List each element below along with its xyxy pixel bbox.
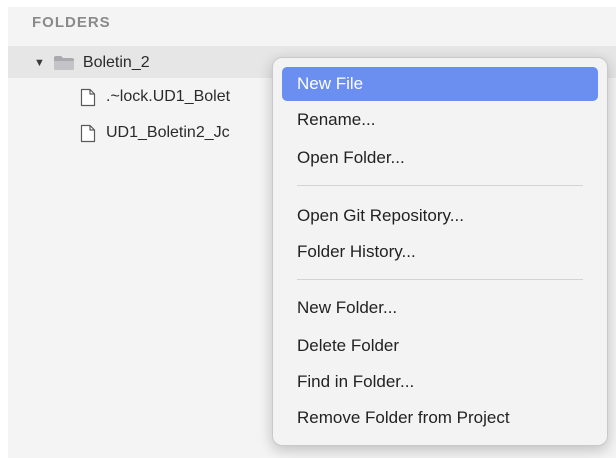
menu-separator [297, 185, 583, 186]
tree-folder-boletin-2[interactable]: ▼ Boletin_2 [34, 52, 150, 74]
folder-icon [53, 56, 74, 70]
file-name: .~lock.UD1_Bolet [106, 88, 231, 105]
menu-item-open-folder[interactable]: Open Folder... [282, 141, 598, 175]
menu-item-open-git-repository[interactable]: Open Git Repository... [282, 199, 598, 233]
tree-file-lock[interactable]: .~lock.UD1_Bolet [80, 86, 230, 108]
context-menu: New File Rename... Open Folder... Open G… [272, 57, 608, 446]
menu-item-find-in-folder[interactable]: Find in Folder... [282, 365, 598, 399]
menu-item-new-file[interactable]: New File [282, 67, 598, 101]
file-icon [80, 88, 96, 106]
folders-section-title: FOLDERS [32, 14, 111, 31]
folder-name: Boletin_2 [82, 54, 150, 71]
triangle-down-icon[interactable]: ▼ [34, 57, 45, 69]
menu-item-folder-history[interactable]: Folder History... [282, 235, 598, 269]
menu-separator [297, 279, 583, 280]
menu-item-remove-folder-from-project[interactable]: Remove Folder from Project [282, 401, 598, 435]
tree-file-ud1-boletin2[interactable]: UD1_Boletin2_Jc [80, 122, 230, 144]
file-icon [80, 124, 96, 142]
menu-item-delete-folder[interactable]: Delete Folder [282, 329, 598, 363]
menu-item-new-folder[interactable]: New Folder... [282, 291, 598, 325]
menu-item-rename[interactable]: Rename... [282, 103, 598, 137]
file-name: UD1_Boletin2_Jc [106, 124, 230, 141]
